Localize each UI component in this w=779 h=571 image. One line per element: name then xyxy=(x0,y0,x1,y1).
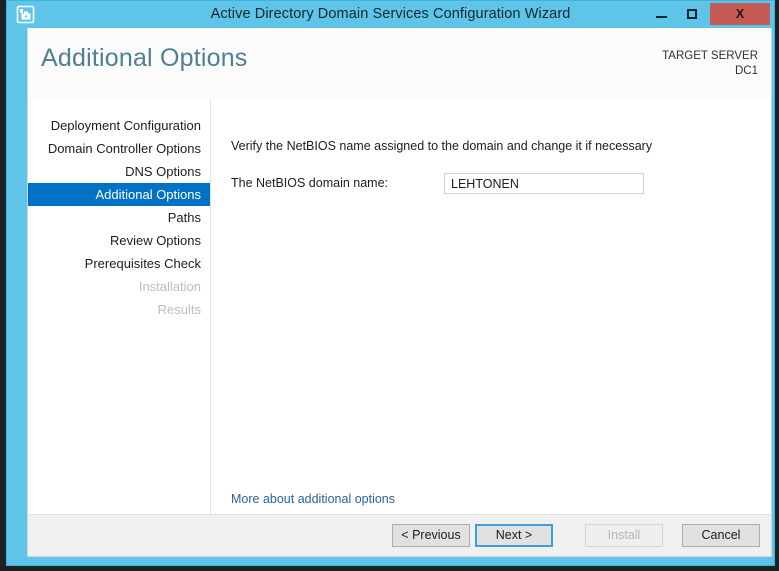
target-server-name: DC1 xyxy=(734,65,758,77)
minimize-icon xyxy=(655,16,667,18)
sidebar-item-additional-options[interactable]: Additional Options xyxy=(28,183,210,206)
next-button[interactable]: Next > xyxy=(475,524,553,547)
wizard-header: Additional Options TARGET SERVER DC1 xyxy=(28,28,771,100)
cancel-button[interactable]: Cancel xyxy=(682,524,760,547)
title-bar[interactable]: Active Directory Domain Services Configu… xyxy=(7,1,774,28)
wizard-footer: < Previous Next > Install Cancel xyxy=(28,514,771,556)
netbios-domain-name-label: The NetBIOS domain name: xyxy=(231,176,389,190)
wizard-window: Active Directory Domain Services Configu… xyxy=(6,0,775,566)
sidebar-item-installation: Installation xyxy=(138,279,201,294)
sidebar-item-domain-controller-options[interactable]: Domain Controller Options xyxy=(28,137,210,160)
wizard-step-nav: Deployment Configuration Domain Controll… xyxy=(28,99,211,515)
maximize-button[interactable] xyxy=(677,3,707,25)
more-about-additional-options-link[interactable]: More about additional options xyxy=(231,492,395,506)
sidebar-item-dns-options[interactable]: DNS Options xyxy=(28,160,210,183)
maximize-icon xyxy=(687,9,697,19)
install-button: Install xyxy=(585,524,663,547)
sidebar-item-prerequisites-check[interactable]: Prerequisites Check xyxy=(28,252,210,275)
wizard-client-area: Additional Options TARGET SERVER DC1 Dep… xyxy=(27,28,772,557)
netbios-field-row: The NetBIOS domain name: xyxy=(231,173,651,195)
page-title: Additional Options xyxy=(41,44,248,72)
netbios-domain-name-input[interactable] xyxy=(444,173,644,194)
wizard-body: Deployment Configuration Domain Controll… xyxy=(28,99,771,515)
sidebar-item-results: Results xyxy=(157,302,201,317)
target-server-info: TARGET SERVER DC1 xyxy=(662,49,758,79)
previous-button[interactable]: < Previous xyxy=(392,524,470,547)
wizard-content-pane: Verify the NetBIOS name assigned to the … xyxy=(211,99,771,515)
target-server-label: TARGET SERVER xyxy=(662,50,758,62)
minimize-button[interactable] xyxy=(646,3,676,25)
sidebar-item-deployment-configuration[interactable]: Deployment Configuration xyxy=(28,114,210,137)
sidebar-item-review-options[interactable]: Review Options xyxy=(28,229,210,252)
sidebar-item-paths[interactable]: Paths xyxy=(28,206,210,229)
instruction-text: Verify the NetBIOS name assigned to the … xyxy=(231,139,653,153)
close-button[interactable]: X xyxy=(710,3,770,25)
